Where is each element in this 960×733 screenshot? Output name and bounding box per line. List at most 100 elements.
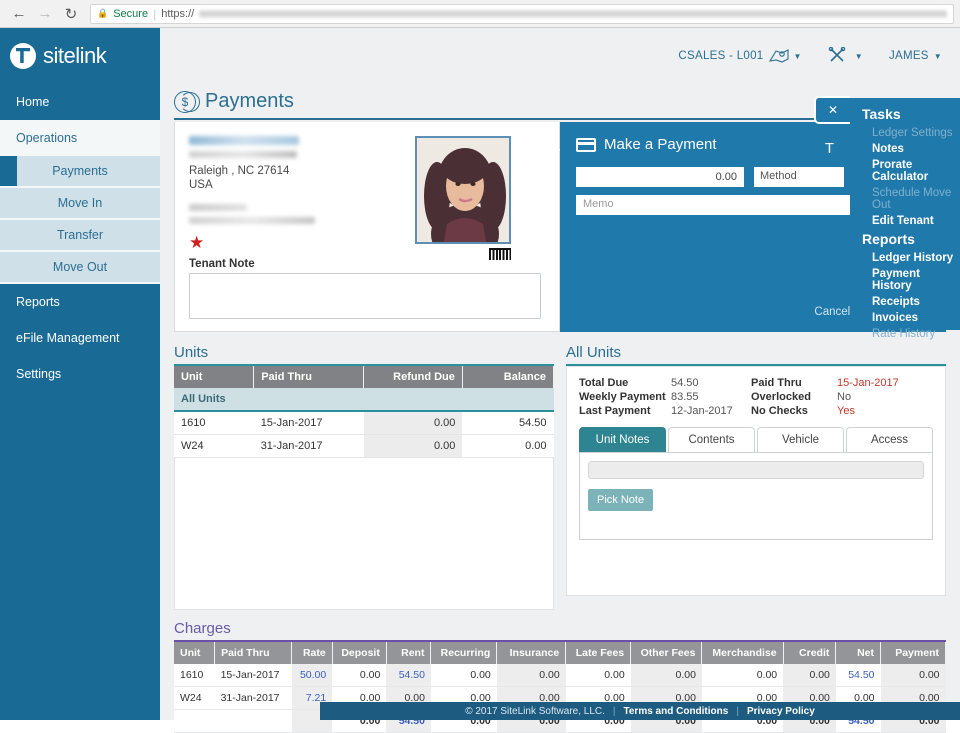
sidebar-item-efile-management[interactable]: eFile Management <box>0 320 160 356</box>
task-notes[interactable]: Notes <box>862 141 960 157</box>
url-redacted <box>199 9 947 18</box>
app-window: sitelink Home Operations Payments Move I… <box>0 28 960 733</box>
task-edit-tenant[interactable]: Edit Tenant <box>862 213 960 229</box>
task-prorate-calculator[interactable]: Prorate Calculator <box>862 157 960 185</box>
charges-col-late-fees: Late Fees <box>565 642 632 664</box>
tenant-payment-row: Raleigh , NC 27614 USA ★ Tenant Note Mak… <box>160 122 960 332</box>
chevron-down-icon: ▼ <box>793 51 802 61</box>
sidebar-item-move-in[interactable]: Move In <box>0 188 160 220</box>
tools-icon <box>828 47 845 62</box>
privacy-link[interactable]: Privacy Policy <box>747 706 815 717</box>
report-invoices[interactable]: Invoices <box>862 310 960 326</box>
tenant-name-redacted <box>189 136 299 145</box>
charges-unit: 1610 <box>174 664 215 687</box>
units-table: Unit Paid Thru Refund Due Balance All Un… <box>174 366 555 458</box>
site-selector[interactable]: CSALES - L001 ▼ <box>678 49 801 63</box>
charges-col-paid-thru: Paid Thru <box>214 642 293 664</box>
omnibox-divider: | <box>153 6 157 21</box>
user-menu[interactable]: JAMES ▼ <box>889 50 942 62</box>
charges-other-fees: 0.00 <box>630 664 702 687</box>
reload-icon[interactable]: ↻ <box>58 1 84 27</box>
tools-menu[interactable]: ▼ <box>828 47 863 65</box>
charges-total-paid-thru <box>214 709 292 733</box>
sidebar-item-home[interactable]: Home <box>0 84 160 120</box>
tab-access[interactable]: Access <box>846 427 933 452</box>
report-receipts[interactable]: Receipts <box>862 294 960 310</box>
summary-key: Last Payment <box>579 405 651 417</box>
charges-total-unit <box>174 709 215 733</box>
sidebar-item-reports[interactable]: Reports <box>0 284 160 320</box>
charges-rent[interactable]: 54.50 <box>386 664 431 687</box>
footer: © 2017 SiteLink Software, LLC. | Terms a… <box>320 702 960 720</box>
terms-link[interactable]: Terms and Conditions <box>624 706 729 717</box>
summary-key: Paid Thru <box>751 377 802 389</box>
footer-sep: | <box>612 705 616 717</box>
sidebar-item-settings[interactable]: Settings <box>0 356 160 392</box>
user-menu-label: JAMES <box>888 50 929 62</box>
tenant-photo <box>415 136 511 244</box>
charges-rate[interactable]: 50.00 <box>291 664 333 687</box>
balance-cell: 0.00 <box>462 434 554 458</box>
units-col-unit: Unit <box>174 366 255 388</box>
summary-key: Total Due <box>579 377 629 389</box>
charges-col-other-fees: Other Fees <box>630 642 703 664</box>
summary-key: Overlocked <box>751 391 811 403</box>
charges-paid-thru: 31-Jan-2017 <box>214 686 292 710</box>
reports-heading: Reports <box>862 231 915 247</box>
summary-value: 83.55 <box>671 391 699 403</box>
table-row[interactable]: 1610 15-Jan-2017 50.00 0.00 54.50 0.00 0… <box>174 664 946 687</box>
make-payment-label: Make a Payment <box>604 136 717 153</box>
unit-note-input[interactable] <box>588 461 924 479</box>
report-payment-history[interactable]: Payment History <box>862 266 960 294</box>
charges-col-deposit: Deposit <box>332 642 387 664</box>
charges-net[interactable]: 54.50 <box>835 664 881 687</box>
sidebar: sitelink Home Operations Payments Move I… <box>0 28 160 720</box>
sidebar-item-move-out[interactable]: Move Out <box>0 252 160 284</box>
report-ledger-history[interactable]: Ledger History <box>862 250 960 266</box>
unit-cell: 1610 <box>174 411 254 435</box>
all-units-tabs: Unit Notes Contents Vehicle Access <box>579 427 933 452</box>
address-bar[interactable]: 🔒 Secure | https:// <box>90 3 954 24</box>
main-content: CSALES - L001 ▼ ▼ JAMES ▼ $ Payments Ral… <box>160 28 960 733</box>
all-units-title: All Units <box>566 344 622 361</box>
all-units-pane: All Units Total Due 54.50 Paid Thru 15-J… <box>566 344 946 610</box>
site-selector-label: CSALES - L001 <box>678 50 764 62</box>
units-all-label: All Units <box>174 388 254 412</box>
sitelink-logo[interactable]: sitelink <box>0 28 160 84</box>
pick-note-button[interactable]: Pick Note <box>588 489 654 511</box>
sidebar-item-payments[interactable]: Payments <box>0 156 160 188</box>
payment-method-select[interactable]: Method <box>754 167 844 187</box>
page-title-label: Payments <box>205 90 294 112</box>
sidebar-item-operations[interactable]: Operations <box>0 120 160 156</box>
paid-thru-cell: 15-Jan-2017 <box>253 411 364 435</box>
barcode-icon <box>489 248 511 260</box>
charges-recurring: 0.00 <box>430 664 497 687</box>
refund-due-cell: 0.00 <box>363 434 463 458</box>
sidebar-item-transfer[interactable]: Transfer <box>0 220 160 252</box>
charges-col-payment: Payment <box>880 642 946 664</box>
tenant-note-input[interactable] <box>189 273 541 319</box>
back-arrow-icon[interactable]: ← <box>6 1 32 27</box>
summary-value: No <box>837 391 852 403</box>
close-icon[interactable]: ✕ <box>814 96 850 124</box>
units-col-balance: Balance <box>462 366 555 388</box>
table-row[interactable]: 1610 15-Jan-2017 0.00 54.50 <box>174 411 554 435</box>
charges-paid-thru: 15-Jan-2017 <box>214 664 292 687</box>
tab-unit-notes[interactable]: Unit Notes <box>579 427 666 452</box>
table-row[interactable]: W24 31-Jan-2017 0.00 0.00 <box>174 434 554 458</box>
units-all-row[interactable]: All Units <box>174 388 554 412</box>
units-empty-area <box>174 458 554 610</box>
charges-col-credit: Credit <box>783 642 837 664</box>
charges-deposit: 0.00 <box>332 664 387 687</box>
secure-label: Secure <box>113 7 149 20</box>
tenant-email-redacted <box>189 217 315 224</box>
charges-col-unit: Unit <box>174 642 216 664</box>
payment-amount-input[interactable]: 0.00 <box>576 167 744 187</box>
chevron-down-icon: ▼ <box>854 51 863 61</box>
summary-value: Yes <box>837 405 855 417</box>
tab-vehicle[interactable]: Vehicle <box>757 427 844 452</box>
balance-cell: 54.50 <box>462 411 554 435</box>
unit-cell: W24 <box>174 434 254 458</box>
tab-contents[interactable]: Contents <box>668 427 755 452</box>
units-title: Units <box>174 344 209 361</box>
